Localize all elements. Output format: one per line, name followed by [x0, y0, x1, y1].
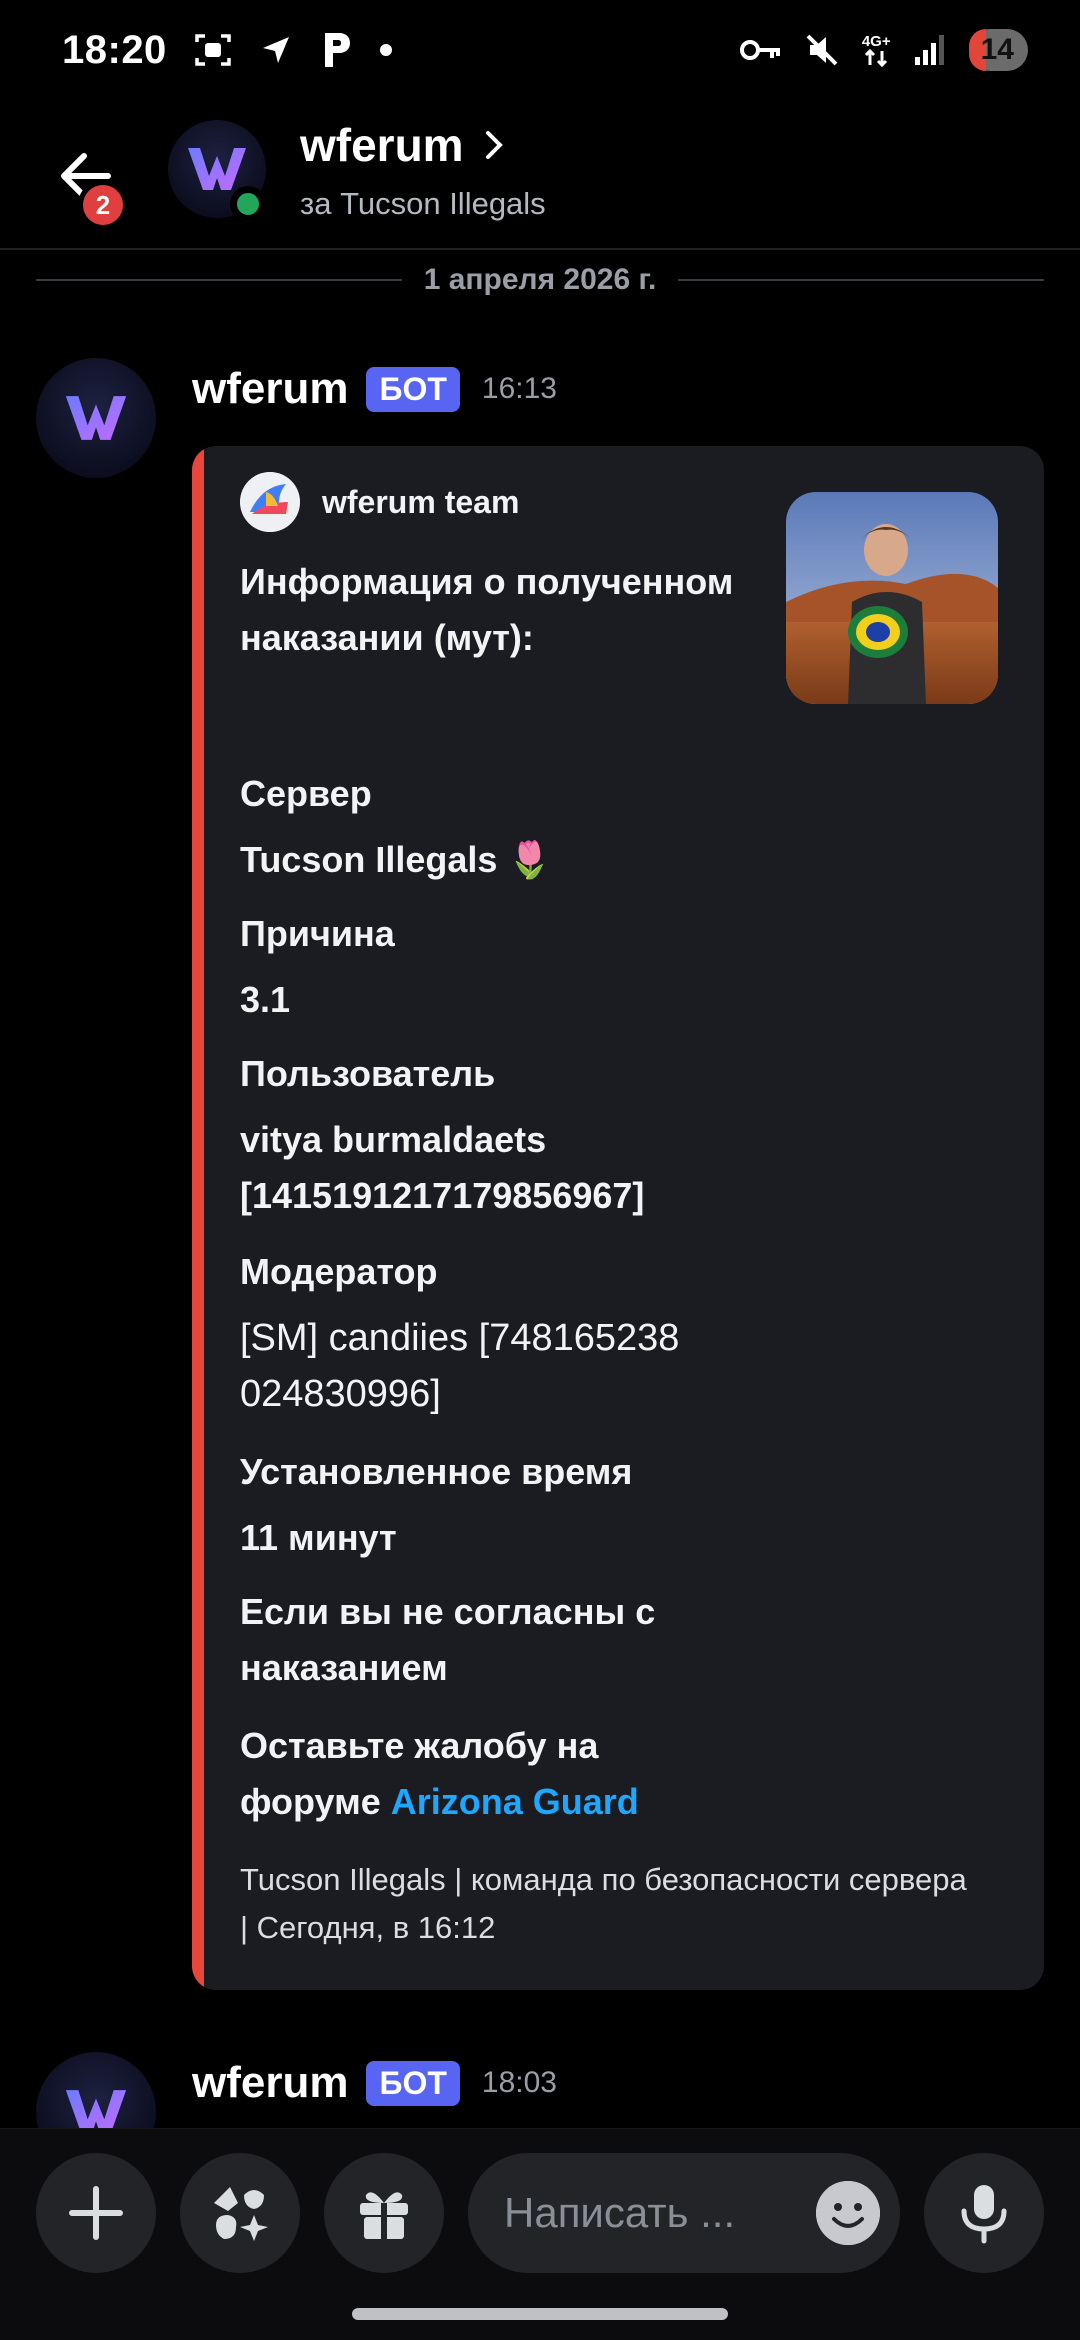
message-author[interactable]: wferum [192, 364, 348, 414]
message-header: wferum БОТ 16:13 [192, 364, 557, 414]
field-name-user: Пользователь [240, 1053, 496, 1094]
message-embed: wferum team Информация о полученном нака… [192, 446, 1044, 1990]
team-logo-icon [240, 472, 300, 532]
field-name-duration: Установленное время [240, 1451, 633, 1492]
apps-icon [214, 2187, 268, 2241]
embed-field: vitya burmaldaets [1415191217179856967] [240, 1112, 700, 1224]
embed-thumbnail[interactable] [786, 492, 998, 704]
embed-author-name: wferum team [322, 483, 520, 520]
wferum-logo-icon [188, 148, 246, 190]
battery-indicator: 14 [968, 29, 1028, 71]
status-time: 18:20 [62, 27, 167, 72]
gift-button[interactable] [324, 2153, 444, 2273]
embed-author: wferum team [240, 472, 519, 532]
home-indicator[interactable] [352, 2308, 728, 2320]
field-value-appeal: Оставьте жалобу на форуме Arizona Guard [240, 1718, 710, 1830]
screenshot-icon [193, 30, 233, 70]
voice-message-button[interactable] [924, 2153, 1044, 2273]
field-value-user: vitya burmaldaets [1415191217179856967] [240, 1119, 645, 1216]
location-arrow-icon [259, 33, 293, 67]
field-value-moderator: [SM] candiies [748165238024830996] [240, 1317, 680, 1415]
mute-icon [804, 32, 840, 68]
embed-field: Tucson Illegals 🌷 [240, 832, 960, 888]
embed-field: Причина [240, 906, 960, 962]
embed-field: Оставьте жалобу на форуме Arizona Guard [240, 1718, 710, 1830]
field-value-server: Tucson Illegals 🌷 [240, 839, 553, 880]
field-name-reason: Причина [240, 913, 395, 954]
chevron-right-icon [485, 131, 503, 159]
plus-icon [69, 2186, 123, 2240]
message-input[interactable]: Написать ... [468, 2153, 900, 2273]
page-title: wferum [300, 119, 464, 171]
header-subtitle: за Tucson Illegals [300, 186, 546, 221]
add-attachment-button[interactable] [36, 2153, 156, 2273]
embed-field: Если вы не согласны с наказанием [240, 1584, 710, 1696]
gift-icon [360, 2192, 408, 2239]
wferum-logo-icon [65, 396, 127, 440]
embed-field: 11 минут [240, 1510, 960, 1566]
forum-link[interactable]: Arizona Guard [391, 1781, 639, 1822]
embed-field: Модератор [240, 1244, 960, 1300]
app-notification-icon [319, 31, 353, 69]
embed-field: [SM] candiies [748165238024830996] [240, 1310, 700, 1422]
microphone-icon [961, 2185, 1007, 2244]
embed-footer: Tucson Illegals | команда по безопасност… [240, 1862, 967, 1945]
channel-title-button[interactable]: wferum [300, 118, 506, 172]
emoji-icon [816, 2181, 880, 2245]
embed-field: Установленное время [240, 1444, 960, 1500]
field-value-reason: 3.1 [240, 979, 291, 1020]
embed-field: Пользователь [240, 1046, 960, 1102]
dot-icon [379, 43, 393, 57]
unread-badge: 2 [78, 180, 128, 230]
message-avatar[interactable] [36, 358, 156, 478]
message-author[interactable]: wferum [192, 2058, 348, 2108]
chat-header: 2 wferum за Tucson Illegals [0, 110, 1080, 250]
message-timestamp: 16:13 [481, 372, 557, 405]
embed-title: Информация о полученном наказании (мут): [240, 561, 734, 658]
message-timestamp: 18:03 [481, 2066, 557, 2099]
embed-field: Сервер [240, 766, 960, 822]
message-input-placeholder: Написать ... [504, 2189, 736, 2236]
photo-thumbnail-icon [786, 492, 998, 704]
signal-icon [913, 33, 947, 67]
bot-tag: БОТ [366, 2060, 460, 2106]
date-divider: 1 апреля 2026 г. [36, 258, 1045, 302]
date-divider-text: 1 апреля 2026 г. [423, 263, 657, 296]
field-name-appeal: Если вы не согласны с наказанием [240, 1591, 656, 1688]
embed-field: 3.1 [240, 972, 960, 1028]
field-value-duration: 11 минут [240, 1517, 397, 1558]
emoji-button[interactable] [816, 2181, 880, 2245]
online-status-dot [230, 186, 266, 222]
vpn-key-icon [739, 37, 782, 63]
field-name-server: Сервер [240, 773, 372, 814]
discord-dm-screen: 18:20 4G+ 14 2 wferum за Tucson Illegals… [0, 0, 1080, 2340]
field-name-moderator: Модератор [240, 1251, 438, 1292]
mobile-data-icon: 4G+ [862, 34, 891, 67]
status-bar: 18:20 4G+ 14 [0, 0, 1080, 100]
apps-button[interactable] [180, 2153, 300, 2273]
embed-accent-bar [192, 446, 204, 1990]
message-header: wferum БОТ 18:03 [192, 2058, 557, 2108]
bot-tag: БОТ [366, 366, 460, 412]
